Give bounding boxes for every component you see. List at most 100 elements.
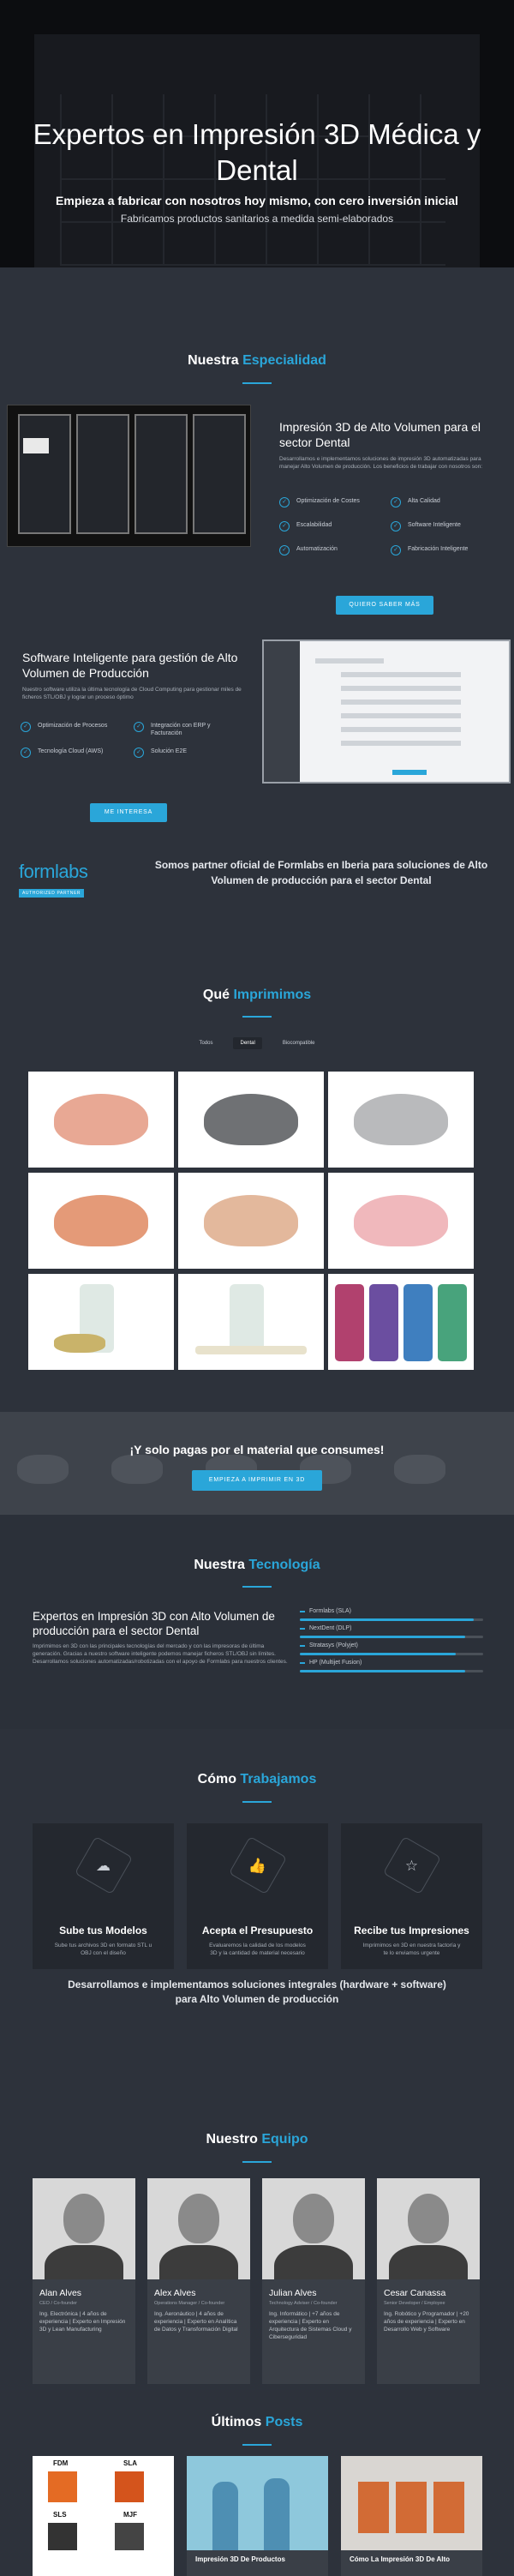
skill-bar: HP (Multijet Fusion) [300, 1659, 483, 1672]
empieza-imprimir-button[interactable]: EMPIEZA A IMPRIMIR EN 3D [192, 1470, 322, 1491]
mjf-printer [115, 2523, 144, 2550]
teeth-model [54, 1334, 105, 1353]
step-card: 👍 Acepta el Presupuesto Evaluaremos la c… [187, 1823, 328, 1969]
card-high-volume: Impresión 3D de Alto Volumen para el sec… [279, 419, 498, 471]
screenshot-button [392, 770, 427, 775]
skill-fill [300, 1636, 465, 1638]
title-underline [242, 1586, 272, 1588]
skill-fill [300, 1618, 475, 1621]
gallery-item-gray-model[interactable] [328, 1072, 474, 1168]
member-bio: Ing. Robótico y Programador | +20 años d… [384, 2311, 469, 2333]
step-card: ☆ Recibe tus Impresiones Imprimimos en 3… [341, 1823, 482, 1969]
gallery-item-denture[interactable] [28, 1072, 174, 1168]
resin-bottle [230, 1284, 264, 1353]
card-software: Software Inteligente para gestión de Alt… [22, 650, 245, 701]
screenshot-row [341, 741, 461, 746]
me-interesa-button[interactable]: ME INTERESA [90, 803, 167, 822]
member-photo [33, 2178, 135, 2279]
team-member-card[interactable]: Alan Alves CEO / Co-founder Ing. Electró… [33, 2178, 135, 2384]
gallery-item-resin-set[interactable] [328, 1274, 474, 1370]
team-member-card[interactable]: Cesar Canassa Senior Developer / Employe… [377, 2178, 480, 2384]
feature-item: ✓ Integración con ERP y Facturación [134, 722, 236, 737]
cta-banner: ¡Y solo pagas por el material que consum… [0, 1412, 514, 1515]
hero-subtitle: Empieza a fabricar con nosotros hoy mism… [56, 194, 458, 207]
hero-tagline: Fabricamos productos sanitarios a medida… [120, 213, 394, 225]
title-underline [242, 1801, 272, 1803]
title-underline [242, 2161, 272, 2163]
member-photo [377, 2178, 480, 2279]
gallery-item-denture[interactable] [328, 1173, 474, 1269]
check-icon: ✓ [279, 497, 290, 507]
gallery-item-gray-model[interactable] [178, 1072, 324, 1168]
post-title: Cómo La Impresión 3D De Alto [350, 2555, 451, 2563]
team-member-card[interactable]: Alex Alves Operations Manager / Co-found… [147, 2178, 250, 2384]
title-underline [242, 2444, 272, 2446]
filter-todos[interactable]: Todos [192, 1037, 219, 1049]
imprimimos-section: Qué Imprimimos Todos Dental Biocompatibl… [0, 945, 514, 1412]
member-role: Technology Adviser / Co-founder [269, 2301, 338, 2306]
gallery-item-implant-model[interactable] [178, 1173, 324, 1269]
feature-item: ✓ Escalabilidad [279, 521, 382, 531]
member-name: Alan Alves [39, 2288, 82, 2298]
thumbs-up-icon: 👍 [248, 1858, 267, 1874]
dental-model-bg [17, 1455, 69, 1484]
member-bio: Ing. Electrónica | 4 años de experiencia… [39, 2311, 126, 2333]
gray-dental-model [354, 1094, 448, 1145]
partner-text: Somos partner oficial de Formlabs en Ibe… [154, 859, 488, 886]
tecnologia-heading: Expertos en Impresión 3D con Alto Volume… [33, 1610, 275, 1637]
member-photo [147, 2178, 250, 2279]
resin-bottle [403, 1284, 433, 1361]
screenshot-row [341, 672, 461, 677]
formlabs-logo: formlabs AUTHORIZED PARTNER [19, 861, 88, 898]
equipo-section: Nuestro Equipo Alan Alves CEO / Co-found… [0, 2055, 514, 2398]
filter-biocompatible[interactable]: Biocompatible [276, 1037, 322, 1049]
dental-model-bg [111, 1455, 163, 1484]
authorized-partner-badge: AUTHORIZED PARTNER [19, 889, 85, 898]
post-title: Impresión 3D De Productos [195, 2555, 285, 2563]
gallery-item-resin[interactable] [28, 1274, 174, 1370]
check-icon: ✓ [391, 521, 401, 531]
resin-bottle [335, 1284, 364, 1361]
screenshot-row [315, 658, 384, 664]
check-icon: ✓ [21, 748, 31, 758]
printer-cabinet [193, 414, 246, 534]
star-icon: ☆ [404, 1858, 419, 1874]
como-trabajamos-section: Cómo Trabajamos ☁ Sube tus Modelos Sube … [0, 1729, 514, 2055]
gray-dental-model [204, 1094, 298, 1145]
implant-model [204, 1195, 298, 1246]
section-title: Nuestra Especialidad [188, 353, 326, 368]
feature-item: ✓ Tecnología Cloud (AWS) [21, 748, 123, 758]
member-role: Operations Manager / Co-founder [154, 2301, 225, 2306]
banner-text: ¡Y solo pagas por el material que consum… [129, 1443, 385, 1456]
section-title: Qué Imprimimos [202, 988, 312, 1002]
tecnologia-section: Nuestra Tecnología Expertos en Impresión… [0, 1515, 514, 1729]
app-sidebar [264, 641, 300, 782]
post-card[interactable]: FDM SLA SLS MJF [33, 2456, 174, 2576]
section-title: Últimos Posts [211, 2415, 303, 2429]
member-role: CEO / Co-founder [39, 2301, 78, 2306]
gallery-item-implant-model[interactable] [28, 1173, 174, 1269]
skill-fill [300, 1670, 465, 1672]
section-title: Nuestro Equipo [206, 2132, 308, 2147]
skill-bar: Formlabs (SLA) [300, 1607, 483, 1621]
quiero-saber-mas-button[interactable]: QUIERO SABER MÁS [336, 596, 433, 615]
screenshot-row [341, 727, 461, 732]
gallery-item-resin[interactable] [178, 1274, 324, 1370]
post-image [341, 2456, 482, 2550]
printer-sign [23, 438, 49, 453]
fdm-printer [48, 2471, 77, 2502]
check-icon: ✓ [391, 497, 401, 507]
feature-item: ✓ Alta Calidad [391, 497, 493, 507]
card-description: Nuestro software utiliza la última tecno… [22, 687, 242, 700]
section-title: Cómo Trabajamos [197, 1772, 317, 1786]
hero-section: Expertos en Impresión 3D Médica y Dental… [0, 0, 514, 267]
post-card[interactable]: Cómo La Impresión 3D De Alto [341, 2456, 482, 2576]
filter-dental[interactable]: Dental [233, 1037, 262, 1049]
post-card[interactable]: Impresión 3D De Productos [187, 2456, 328, 2576]
team-member-card[interactable]: Julian Alves Technology Adviser / Co-fou… [262, 2178, 365, 2384]
printer-cabinet [134, 414, 188, 534]
resin-bottle [369, 1284, 398, 1361]
step-card: ☁ Sube tus Modelos Sube tus archivos 3D … [33, 1823, 174, 1969]
post-image: FDM SLA SLS MJF [33, 2456, 174, 2550]
filter-tabs: Todos Dental Biocompatible [0, 1037, 514, 1049]
